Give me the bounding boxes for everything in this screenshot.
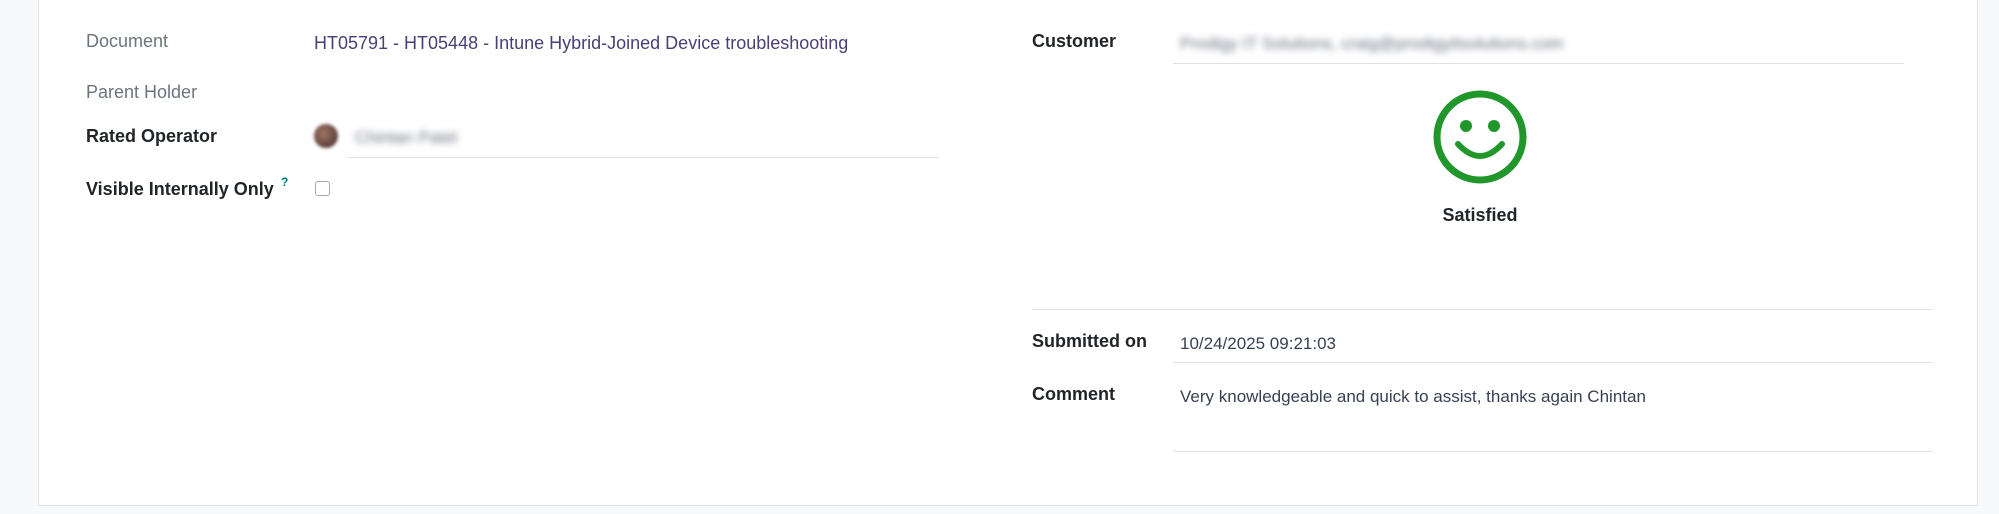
visible-internally-checkbox[interactable]: [315, 181, 330, 196]
rated-operator-underline: [347, 157, 939, 158]
comment-label: Comment: [1032, 384, 1116, 404]
comment-value[interactable]: Very knowledgeable and quick to assist, …: [1180, 387, 1646, 407]
document-label: Document: [86, 31, 169, 51]
visible-internally-label: Visible Internally Only: [86, 179, 274, 199]
customer-label: Customer: [1032, 31, 1117, 51]
parent-holder-label: Parent Holder: [86, 82, 198, 102]
smiley-face-icon: [1433, 90, 1527, 184]
help-tooltip-icon[interactable]: ?: [281, 175, 288, 189]
customer-underline: [1173, 63, 1904, 64]
document-link[interactable]: HT05791 - HT05448 - Intune Hybrid-Joined…: [314, 33, 848, 54]
customer-value[interactable]: Prodigy IT Solutions, craig@prodigyitsol…: [1180, 34, 1564, 54]
section-divider: [1032, 309, 1932, 310]
rating-form-sheet: Document HT05791 - HT05448 - Intune Hybr…: [38, 0, 1978, 506]
rating-label: Satisfied: [1442, 205, 1518, 225]
submitted-on-label: Submitted on: [1032, 331, 1147, 351]
submitted-on-value: 10/24/2025 09:21:03: [1180, 334, 1336, 353]
operator-avatar: [314, 124, 338, 148]
submitted-underline: [1173, 362, 1932, 363]
rated-operator-value[interactable]: Chintan Patel: [355, 128, 457, 148]
comment-underline: [1173, 451, 1932, 452]
rated-operator-label: Rated Operator: [86, 126, 218, 146]
